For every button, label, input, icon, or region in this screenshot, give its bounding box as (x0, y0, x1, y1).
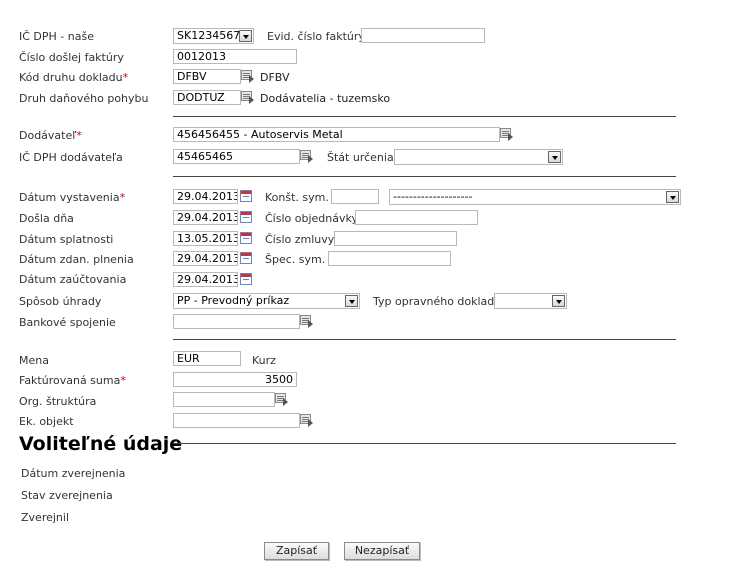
datum-zverejnenia-label: Dátum zverejnenia (21, 467, 126, 480)
ic-dph-nase-value: SK1234567 (177, 29, 241, 42)
datum-vystavenia-label-text: Dátum vystavenia (19, 191, 120, 204)
datum-vystavenia-input[interactable]: 29.04.2013 (173, 189, 238, 204)
druh-pohybu-label: Druh daňového pohybu (19, 92, 149, 105)
kod-druhu-desc: DFBV (260, 71, 290, 84)
calendar-icon[interactable] (240, 252, 252, 264)
konst-sym-select[interactable]: -------------------- (389, 189, 681, 205)
chevron-down-icon (666, 191, 679, 203)
spec-sym-label: Špec. sym. (265, 253, 326, 266)
dodavatel-input[interactable]: 456456455 - Autoservis Metal (173, 127, 500, 142)
lookup-icon[interactable] (241, 90, 256, 104)
sposob-uhrady-select[interactable]: PP - Prevodný príkaz (173, 293, 360, 309)
chevron-down-icon (239, 30, 252, 42)
optional-section-heading: Voliteľné údaje (19, 433, 183, 455)
cislo-faktury-input[interactable]: 0012013 (173, 49, 297, 64)
evid-cislo-label: Evid. číslo faktúry (267, 30, 365, 43)
kod-druhu-label: Kód druhu dokladu* (19, 71, 128, 84)
cancel-button[interactable]: Nezapísať (344, 542, 420, 560)
ic-dph-dodavatela-input[interactable]: 45465465 (173, 149, 300, 164)
druh-pohybu-input[interactable]: DODTUZ (173, 90, 241, 105)
zverejnil-label: Zverejnil (21, 511, 70, 524)
kurz-label: Kurz (252, 354, 276, 367)
divider (173, 176, 676, 177)
org-struktura-input[interactable] (173, 392, 275, 407)
chevron-down-icon (552, 295, 565, 307)
sposob-uhrady-label: Spôsob úhrady (19, 295, 102, 308)
ic-dph-dodavatela-label: IČ DPH dodávateľa (19, 151, 123, 164)
save-button[interactable]: Zapísať (264, 542, 329, 560)
calendar-icon[interactable] (240, 211, 252, 223)
dosla-dna-input[interactable]: 29.04.2013 (173, 210, 238, 225)
datum-vystavenia-label: Dátum vystavenia* (19, 191, 125, 204)
evid-cislo-input[interactable] (361, 28, 485, 43)
calendar-icon[interactable] (240, 273, 252, 285)
bankove-spojenie-input[interactable] (173, 314, 300, 329)
lookup-icon[interactable] (275, 392, 290, 406)
lookup-icon[interactable] (500, 127, 515, 141)
cislo-objednavky-label: Číslo objednávky (265, 212, 358, 225)
chevron-down-icon (548, 151, 561, 163)
typ-opravneho-label: Typ opravného dokladu (373, 295, 502, 308)
dosla-dna-label: Došla dňa (19, 212, 74, 225)
divider (173, 443, 676, 444)
cislo-objednavky-input[interactable] (355, 210, 478, 225)
calendar-icon[interactable] (240, 190, 252, 202)
konst-sym-input[interactable] (331, 189, 379, 204)
lookup-icon[interactable] (300, 149, 315, 163)
lookup-icon[interactable] (300, 413, 315, 427)
konst-sym-select-value: -------------------- (393, 190, 473, 203)
fakt-suma-input[interactable]: 3500 (173, 372, 297, 387)
org-struktura-label: Org. štruktúra (19, 395, 97, 408)
datum-splatnosti-input[interactable]: 13.05.2013 (173, 231, 238, 246)
ic-dph-nase-select[interactable]: SK1234567 (173, 28, 254, 44)
druh-pohybu-desc: Dodávatelia - tuzemsko (260, 92, 391, 105)
cislo-zmluvy-input[interactable] (334, 231, 457, 246)
konst-sym-label: Konšt. sym. (265, 191, 329, 204)
divider (173, 339, 676, 340)
ek-objekt-input[interactable] (173, 413, 300, 428)
fakt-suma-label: Faktúrovaná suma* (19, 374, 126, 387)
kod-druhu-label-text: Kód druhu dokladu (19, 71, 123, 84)
dodavatel-label-text: Dodávateľ (19, 129, 77, 142)
bankove-spojenie-label: Bankové spojenie (19, 316, 116, 329)
stav-zverejnenia-label: Stav zverejnenia (21, 489, 113, 502)
required-mark: * (120, 374, 126, 387)
datum-zdan-input[interactable]: 29.04.2013 (173, 251, 238, 266)
cislo-zmluvy-label: Číslo zmluvy (265, 233, 335, 246)
stat-urcenia-label: Štát určenia (327, 151, 394, 164)
datum-splatnosti-label: Dátum splatnosti (19, 233, 114, 246)
ek-objekt-label: Ek. objekt (19, 415, 74, 428)
spec-sym-input[interactable] (328, 251, 451, 266)
lookup-icon[interactable] (300, 314, 315, 328)
ic-dph-nase-label: IČ DPH - naše (19, 30, 94, 43)
mena-label: Mena (19, 354, 49, 367)
calendar-icon[interactable] (240, 232, 252, 244)
sposob-uhrady-value: PP - Prevodný príkaz (177, 294, 290, 307)
lookup-icon[interactable] (241, 69, 256, 83)
datum-zdan-label: Dátum zdan. plnenia (19, 253, 134, 266)
fakt-suma-label-text: Faktúrovaná suma (19, 374, 121, 387)
required-mark: * (76, 129, 82, 142)
chevron-down-icon (345, 295, 358, 307)
divider (173, 116, 676, 117)
stat-urcenia-select[interactable] (394, 149, 563, 165)
required-mark: * (122, 71, 129, 84)
required-mark: * (119, 191, 126, 204)
mena-input[interactable]: EUR (173, 351, 241, 366)
kod-druhu-input[interactable]: DFBV (173, 69, 241, 84)
datum-zauct-label: Dátum zaúčtovania (19, 273, 127, 286)
dodavatel-label: Dodávateľ* (19, 129, 82, 142)
cislo-faktury-label: Číslo došlej faktúry (19, 51, 124, 64)
datum-zauct-input[interactable]: 29.04.2013 (173, 272, 238, 287)
typ-opravneho-select[interactable] (494, 293, 567, 309)
